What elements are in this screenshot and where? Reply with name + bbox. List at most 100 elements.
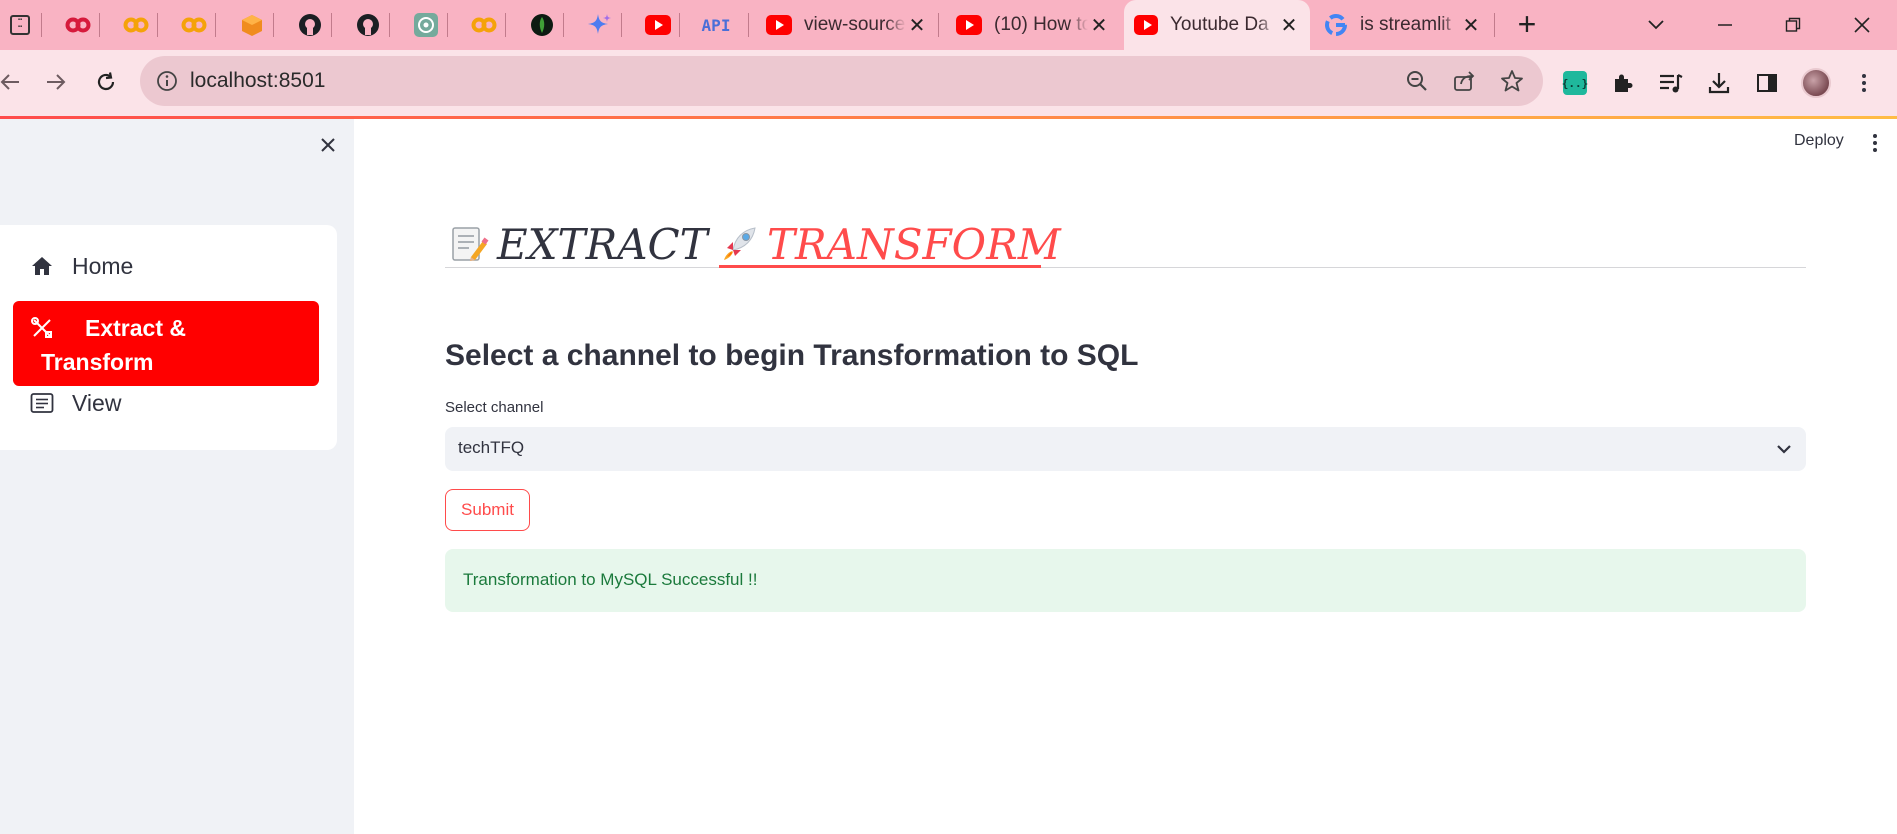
browser-tabstrip: ▪▪ ▪▪ API view-source: ✕ (10) How to ✕ Y… — [0, 0, 1897, 50]
main-content: Deploy EXTRACT TRANSFORM Select a channe… — [354, 119, 1897, 834]
pinned-tab-coursera-2[interactable] — [116, 8, 156, 42]
avatar — [1801, 68, 1831, 98]
pinned-tab-package[interactable] — [232, 8, 272, 42]
youtube-icon — [956, 15, 982, 35]
youtube-data-icon — [1134, 15, 1158, 35]
dev-class-icon: ▪▪ ▪▪ — [10, 15, 30, 35]
restore-button[interactable] — [1773, 8, 1813, 42]
sidebar-item-label: Extract & Transform — [28, 311, 186, 379]
close-tab-icon[interactable]: ✕ — [1088, 13, 1110, 38]
rocket-icon — [719, 224, 759, 264]
tab-search-button[interactable] — [1636, 8, 1676, 42]
music-queue-icon — [1660, 74, 1683, 93]
app-menu-button[interactable] — [1865, 131, 1885, 155]
extensions-button[interactable] — [1607, 67, 1639, 99]
success-alert: Transformation to MySQL Successful !! — [445, 549, 1806, 612]
url-text: localhost:8501 — [190, 69, 326, 92]
chevron-down-icon — [1774, 439, 1794, 459]
package-icon — [242, 15, 262, 36]
extension-brackets-button[interactable]: {..} — [1559, 67, 1591, 99]
sidebar-item-home[interactable]: Home — [13, 248, 319, 284]
forward-button[interactable] — [38, 64, 74, 100]
share-icon[interactable] — [1451, 68, 1477, 94]
tab-view-source[interactable]: view-source: ✕ — [756, 8, 938, 42]
sidebar-close-button[interactable] — [314, 131, 342, 159]
sidebar-item-label-line2: Transform — [41, 349, 154, 375]
house-icon — [28, 252, 56, 280]
tab-title: Youtube Da — [1170, 14, 1269, 35]
select-channel-label: Select channel — [445, 399, 544, 416]
coursera-orange-icon — [181, 17, 207, 33]
browser-menu-button[interactable] — [1848, 67, 1880, 99]
profile-button[interactable] — [1800, 67, 1832, 99]
mongodb-leaf-icon — [531, 14, 553, 36]
sidebar-nav-menu: Home Extract & Transform View — [0, 225, 337, 450]
close-tab-icon[interactable]: ✕ — [1278, 13, 1300, 38]
google-icon — [1325, 14, 1347, 36]
pinned-tab-chatgpt[interactable] — [406, 8, 446, 42]
forward-arrow-icon — [47, 74, 66, 90]
puzzle-icon — [1615, 74, 1633, 92]
sidebar-item-extract-transform[interactable]: Extract & Transform — [13, 301, 319, 386]
downloads-button[interactable] — [1703, 67, 1735, 99]
pinned-tab-github-1[interactable] — [290, 8, 330, 42]
new-tab-button[interactable]: + — [1510, 8, 1544, 42]
pinned-tab-api[interactable]: API — [696, 8, 736, 42]
reload-button[interactable] — [88, 64, 124, 100]
tab-transform[interactable]: TRANSFORM — [719, 219, 1061, 269]
sidebar-item-label: View — [72, 389, 122, 416]
back-arrow-icon — [0, 74, 19, 90]
pinned-tab-mongodb[interactable] — [522, 8, 562, 42]
youtube-icon — [645, 15, 671, 35]
zoom-icon[interactable] — [1404, 68, 1430, 94]
minimize-button[interactable] — [1705, 8, 1745, 42]
active-tab-indicator — [719, 265, 1041, 268]
tab-title: (10) How to — [994, 14, 1088, 35]
sidebar-item-label-line1: Extract & — [85, 315, 186, 341]
chevron-down-icon — [1648, 20, 1664, 30]
page-subheader: Select a channel to begin Transformation… — [445, 339, 1139, 372]
back-button[interactable] — [0, 64, 28, 100]
tab-label: TRANSFORM — [767, 219, 1061, 269]
tab-how-to[interactable]: (10) How to ✕ — [946, 8, 1120, 42]
site-info-icon[interactable] — [156, 70, 178, 92]
coursera-orange-icon — [123, 17, 149, 33]
pinned-tab-youtube[interactable] — [638, 8, 678, 42]
minimize-icon — [1718, 24, 1732, 26]
download-icon — [1708, 73, 1730, 94]
browser-toolbar: localhost:8501 {..} — [0, 50, 1897, 116]
media-control-button[interactable] — [1655, 67, 1687, 99]
coursera-orange-icon — [471, 17, 497, 33]
list-icon — [28, 389, 56, 417]
deploy-button[interactable]: Deploy — [1794, 132, 1844, 150]
sidebar-item-label: Home — [72, 252, 134, 279]
github-icon — [357, 14, 379, 36]
close-icon — [321, 138, 335, 152]
address-bar[interactable]: localhost:8501 — [140, 56, 1543, 106]
tab-extract[interactable]: EXTRACT — [449, 219, 708, 269]
pinned-tab-coursera-4[interactable] — [464, 8, 504, 42]
tab-youtube-data-active[interactable]: Youtube Da ✕ — [1124, 0, 1310, 50]
submit-button[interactable]: Submit — [445, 489, 530, 531]
close-window-button[interactable] — [1842, 8, 1882, 42]
kebab-menu-icon — [1854, 71, 1874, 95]
tab-is-streamlit[interactable]: is streamlit ✕ — [1314, 8, 1492, 42]
pinned-tab-coursera-3[interactable] — [174, 8, 214, 42]
sidebar-item-view[interactable]: View — [13, 385, 319, 421]
brackets-extension-icon: {..} — [1562, 71, 1588, 95]
channel-select[interactable]: techTFQ — [445, 427, 1806, 471]
gemini-sparkle-icon — [588, 14, 611, 34]
chatgpt-icon — [414, 13, 438, 37]
pinned-tab-coursera-1[interactable] — [58, 8, 98, 42]
side-panel-button[interactable] — [1751, 67, 1783, 99]
tab-title: is streamlit — [1360, 14, 1451, 35]
pinned-tab-dev-class[interactable]: ▪▪ ▪▪ — [0, 8, 40, 42]
pinned-tab-gemini[interactable] — [580, 8, 620, 42]
bookmark-star-icon[interactable] — [1499, 68, 1525, 94]
close-tab-icon[interactable]: ✕ — [1460, 13, 1482, 38]
pinned-tab-github-2[interactable] — [348, 8, 388, 42]
github-icon — [299, 14, 321, 36]
close-tab-icon[interactable]: ✕ — [906, 13, 928, 38]
success-message: Transformation to MySQL Successful !! — [463, 570, 758, 589]
coursera-red-icon — [65, 17, 91, 33]
